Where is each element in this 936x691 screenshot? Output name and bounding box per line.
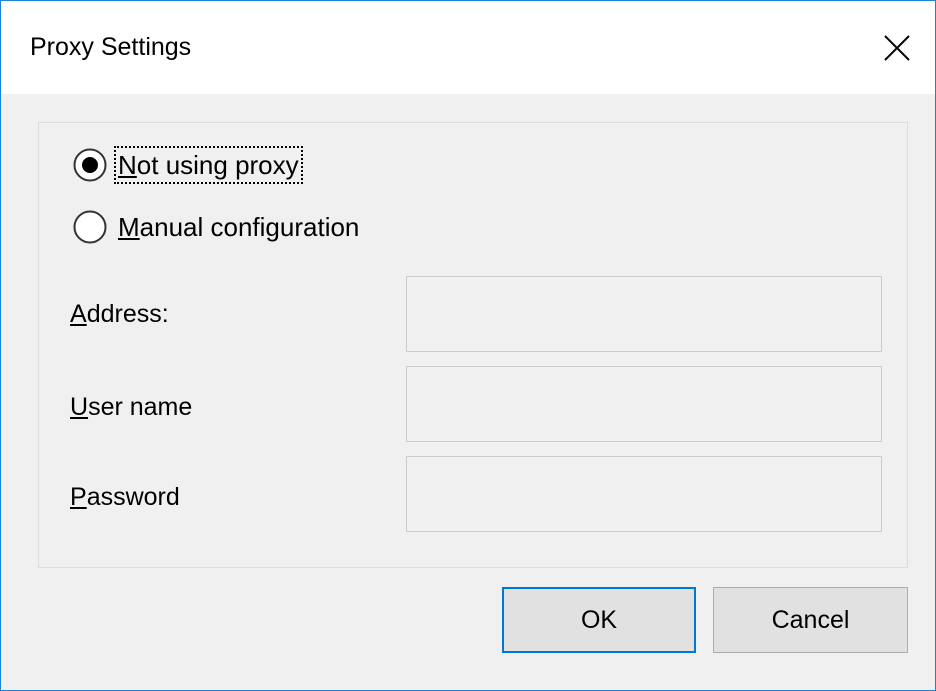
radio-selected-icon (72, 147, 108, 183)
password-label: Password (70, 483, 180, 511)
radio-not-using-proxy[interactable]: Not using proxy (72, 146, 303, 184)
address-input[interactable] (406, 276, 882, 352)
close-icon (884, 35, 910, 61)
window-title: Proxy Settings (30, 33, 192, 61)
cancel-button[interactable]: Cancel (713, 587, 908, 653)
close-button[interactable] (859, 1, 935, 94)
address-label: Address: (70, 300, 169, 328)
title-bar: Proxy Settings (1, 1, 935, 94)
ok-button[interactable]: OK (502, 587, 696, 653)
username-input[interactable] (406, 366, 882, 442)
radio-manual-configuration[interactable]: Manual configuration (72, 209, 361, 245)
password-input[interactable] (406, 456, 882, 532)
radio-unselected-icon (72, 209, 108, 245)
proxy-settings-dialog: Proxy Settings Not using proxy Manual co… (0, 0, 936, 691)
radio-manual-configuration-label: Manual configuration (118, 212, 360, 242)
radio-not-using-proxy-label: Not using proxy (114, 146, 303, 184)
username-label: User name (70, 393, 193, 421)
